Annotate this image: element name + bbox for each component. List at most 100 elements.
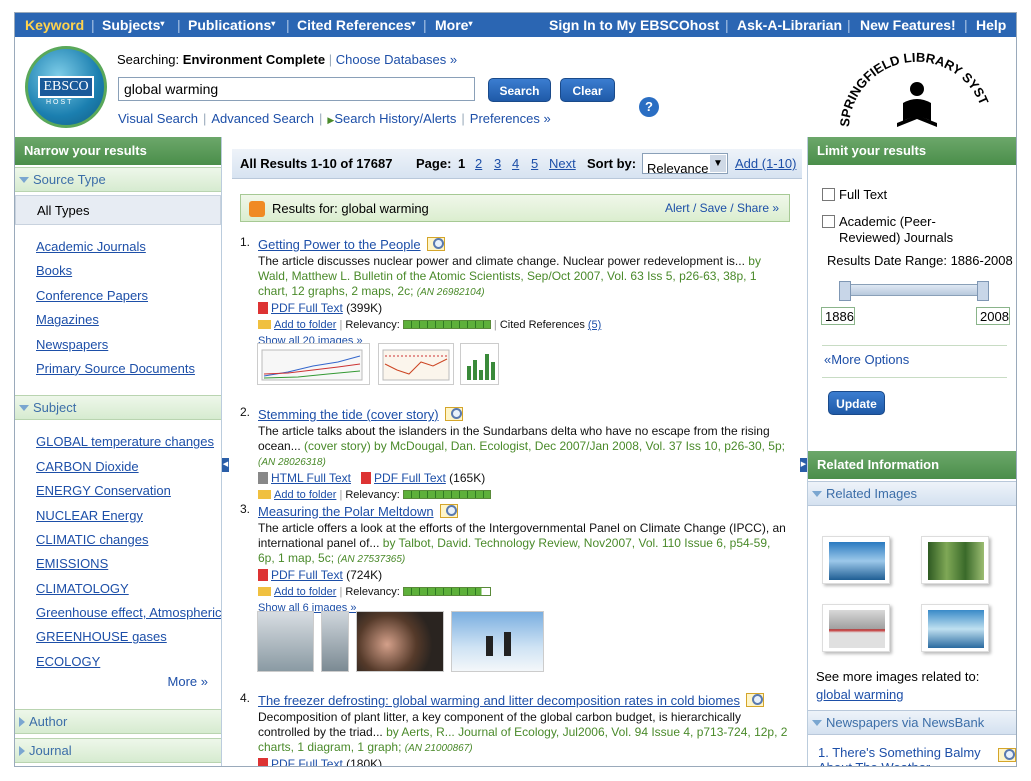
subject-item[interactable]: NUCLEAR Energy [36, 504, 221, 528]
more-options-link[interactable]: «More Options [824, 352, 909, 367]
related-image-ocean[interactable] [921, 604, 989, 652]
nav-help[interactable]: Help [976, 17, 1006, 33]
nav-more[interactable]: More▾ [435, 17, 472, 33]
preview-magnifier-icon[interactable] [443, 405, 465, 423]
nav-new-features[interactable]: New Features! [860, 17, 956, 33]
academic-checkbox[interactable] [822, 215, 835, 228]
next-page-link[interactable]: Next [549, 156, 576, 171]
subject-item[interactable]: GREENHOUSE gases [36, 625, 221, 649]
people-on-ice-graphic [486, 632, 511, 656]
date-range-slider[interactable] [839, 281, 989, 301]
subject-item[interactable]: ECOLOGY [36, 650, 221, 674]
source-type-item[interactable]: Academic Journals [36, 235, 221, 259]
collapse-left-icon[interactable]: ◀ [222, 458, 229, 472]
page-link[interactable]: 5 [531, 156, 538, 171]
news-item-link[interactable]: 1. There's Something Balmy About The Wea… [818, 745, 988, 766]
all-types-item[interactable]: All Types [15, 195, 221, 225]
subject-more-link[interactable]: More » [15, 674, 221, 689]
nav-cited-references[interactable]: Cited References▾ [297, 17, 415, 33]
photo-thumbnail-glacier[interactable] [257, 611, 314, 672]
result-title[interactable]: Measuring the Polar Meltdown [258, 504, 434, 519]
source-type-item[interactable]: Newspapers [36, 333, 221, 357]
facet-journal[interactable]: Journal [15, 738, 221, 763]
subject-item[interactable]: CLIMATOLOGY [36, 577, 221, 601]
update-button[interactable]: Update [828, 391, 885, 415]
date-from-field[interactable]: 1886 [821, 307, 855, 325]
preview-magnifier-icon[interactable] [744, 691, 766, 709]
newspapers-header[interactable]: Newspapers via NewsBank [808, 710, 1016, 735]
chart-thumbnail[interactable] [378, 343, 454, 385]
nav-signin[interactable]: Sign In to My EBSCOhost [549, 17, 719, 33]
visual-search-link[interactable]: Visual Search [118, 111, 198, 126]
preferences-link[interactable]: Preferences » [470, 111, 551, 126]
subject-item[interactable]: ENERGY Conservation [36, 479, 221, 503]
preview-magnifier-icon[interactable] [996, 746, 1016, 764]
photo-thumbnail-ice[interactable] [321, 611, 349, 672]
pdf-full-text-link[interactable]: PDF Full Text [271, 757, 343, 766]
alert-save-share-link[interactable]: Alert / Save / Share » [665, 201, 779, 215]
nav-ask-librarian[interactable]: Ask-A-Librarian [737, 17, 842, 33]
slider-handle-end[interactable] [977, 281, 989, 301]
nav-keyword[interactable]: Keyword [25, 17, 84, 33]
ebsco-logo[interactable]: EBSCO HOST [25, 46, 107, 128]
separator: | [202, 111, 207, 126]
advanced-search-link[interactable]: Advanced Search [211, 111, 314, 126]
facet-subject[interactable]: Subject [15, 395, 221, 421]
subject-item[interactable]: Greenhouse effect, Atmospheric [36, 601, 221, 625]
chart-thumbnail[interactable] [257, 343, 370, 385]
subject-item[interactable]: GLOBAL temperature changes [36, 430, 221, 454]
academic-option[interactable]: Academic (Peer-Reviewed) Journals [822, 214, 992, 246]
searching-label: Searching: [117, 52, 180, 67]
add-to-folder-link[interactable]: Add to folder [274, 319, 336, 331]
pdf-full-text-link[interactable]: PDF Full Text [374, 471, 446, 485]
related-images-header[interactable]: Related Images [808, 481, 1016, 506]
source-type-item[interactable]: Books [36, 259, 221, 283]
page-link[interactable]: 2 [475, 156, 482, 171]
choose-databases-link[interactable]: Choose Databases » [336, 52, 457, 67]
result-title[interactable]: Getting Power to the People [258, 237, 421, 252]
chart-thumbnail[interactable] [460, 343, 499, 385]
preview-magnifier-icon[interactable] [425, 235, 447, 253]
source-type-item[interactable]: Conference Papers [36, 284, 221, 308]
subject-item[interactable]: CLIMATIC changes [36, 528, 221, 552]
source-type-item[interactable]: Primary Source Documents [36, 357, 221, 381]
add-all-link[interactable]: Add (1-10) [735, 156, 796, 171]
search-history-link[interactable]: Search History/Alerts [334, 111, 456, 126]
pdf-icon [258, 758, 268, 766]
nav-publications[interactable]: Publications▾ [188, 17, 275, 33]
collapse-right-icon[interactable]: ▶ [800, 458, 807, 472]
date-to-field[interactable]: 2008 [976, 307, 1010, 325]
see-more-images-link[interactable]: global warming [816, 687, 903, 702]
full-text-option[interactable]: Full Text [822, 187, 887, 202]
page-link[interactable]: 3 [494, 156, 501, 171]
help-icon[interactable]: ? [639, 97, 659, 117]
related-image-forest[interactable] [921, 536, 989, 584]
result-title[interactable]: Stemming the tide (cover story) [258, 407, 439, 422]
slider-handle-start[interactable] [839, 281, 851, 301]
subject-item[interactable]: EMISSIONS [36, 552, 221, 576]
preview-magnifier-icon[interactable] [438, 502, 460, 520]
related-image-iceberg[interactable] [822, 536, 890, 584]
add-to-folder-link[interactable]: Add to folder [274, 586, 336, 598]
pdf-full-text-link[interactable]: PDF Full Text [271, 301, 343, 315]
result-title[interactable]: The freezer defrosting: global warming a… [258, 693, 740, 708]
add-to-folder-link[interactable]: Add to folder [274, 489, 336, 501]
full-text-checkbox[interactable] [822, 188, 835, 201]
page-link[interactable]: 4 [512, 156, 519, 171]
related-image-street[interactable] [822, 604, 890, 652]
rss-icon[interactable] [249, 201, 265, 217]
photo-thumbnail-arctic[interactable] [451, 611, 544, 672]
facet-author[interactable]: Author [15, 709, 221, 734]
source-type-item[interactable]: Magazines [36, 308, 221, 332]
nav-subjects[interactable]: Subjects▾ [102, 17, 164, 33]
html-full-text-link[interactable]: HTML Full Text [271, 471, 351, 485]
facet-source-type[interactable]: Source Type [15, 167, 221, 192]
pdf-full-text-link[interactable]: PDF Full Text [271, 568, 343, 582]
photo-thumbnail-researcher[interactable] [356, 611, 444, 672]
subject-item[interactable]: CARBON Dioxide [36, 455, 221, 479]
search-button[interactable]: Search [488, 78, 551, 102]
sort-select[interactable]: Relevance ▼ [642, 153, 728, 176]
clear-button[interactable]: Clear [560, 78, 615, 102]
search-input[interactable]: global warming [118, 77, 475, 101]
cited-references-link[interactable]: (5) [588, 319, 601, 331]
